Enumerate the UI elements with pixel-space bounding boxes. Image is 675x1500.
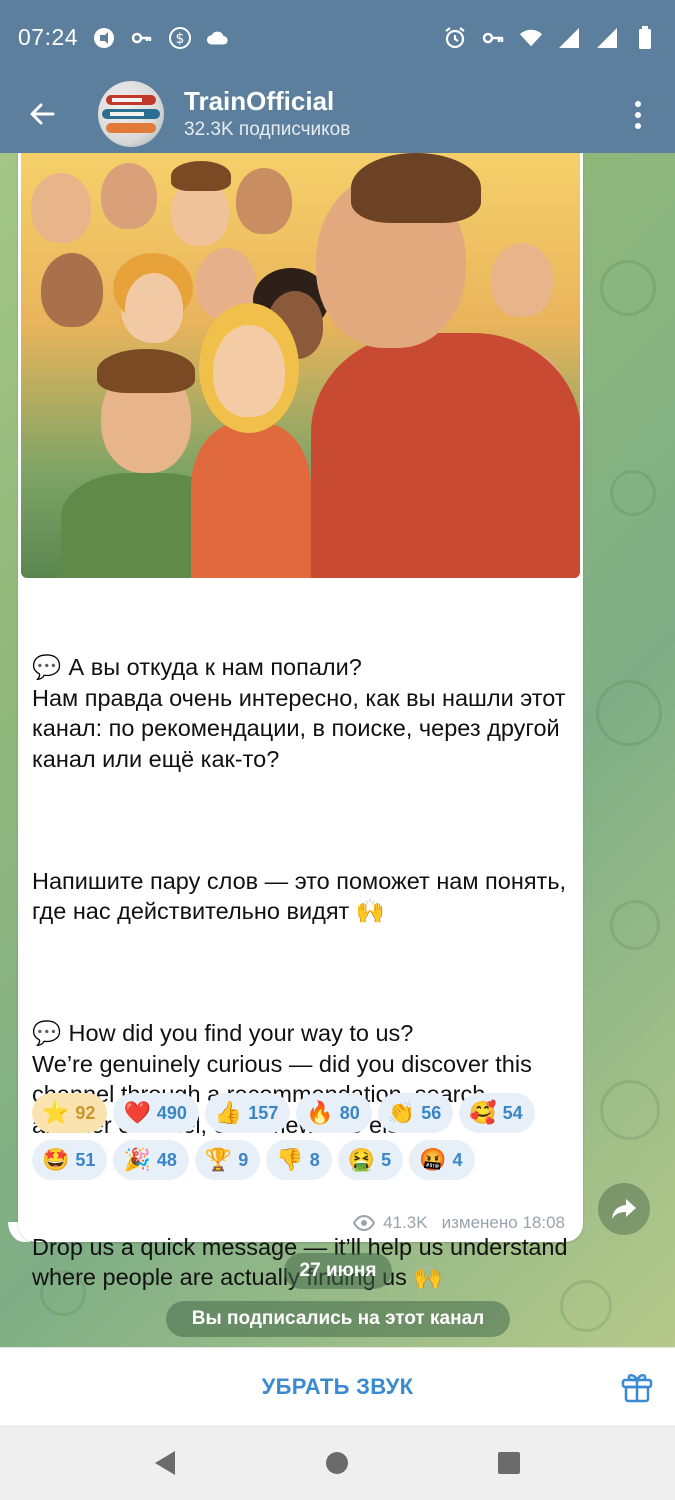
reaction-thumbs-up[interactable]: 👍 157: [204, 1093, 291, 1133]
trophy-icon: 🏆: [204, 1147, 233, 1172]
post-paragraph-ru-1: 💬 А вы откуда к нам попали? Нам правда о…: [32, 654, 566, 772]
battery-icon: [633, 25, 657, 50]
square-recents-icon: [498, 1451, 521, 1474]
speech-bubble-icon: 💬: [32, 1020, 62, 1046]
nav-recents-button[interactable]: [489, 1443, 529, 1483]
date-divider: 27 июня: [284, 1253, 392, 1289]
circle-home-icon: [326, 1451, 349, 1474]
more-menu-button[interactable]: [623, 95, 653, 135]
share-button[interactable]: [598, 1183, 650, 1235]
status-bar: 07:24 $: [0, 0, 675, 75]
post-paragraph-ru-2: Напишите пару слов — это поможет нам пон…: [32, 867, 573, 925]
reaction-cursing[interactable]: 🤬 4: [409, 1140, 475, 1180]
status-time: 07:24: [18, 24, 79, 50]
svg-text:$: $: [176, 31, 185, 47]
channel-avatar[interactable]: [98, 81, 164, 147]
clap-icon: 👏: [387, 1100, 416, 1125]
heart-icon: ❤️: [123, 1100, 151, 1125]
share-arrow-icon: [612, 1199, 636, 1219]
arrow-left-icon: [30, 103, 55, 125]
channel-post[interactable]: 💬 А вы откуда к нам попали? Нам правда о…: [18, 153, 583, 1290]
triangle-back-icon: [154, 1450, 175, 1475]
view-count: 41.3K: [383, 1213, 428, 1232]
signal-icon: [557, 26, 581, 50]
alarm-icon: [443, 26, 467, 50]
thumbs-up-icon: 👍: [214, 1100, 243, 1125]
edited-time: изменено 18:08: [441, 1213, 565, 1232]
reaction-vomit[interactable]: 🤮 5: [337, 1140, 404, 1180]
dollar-icon: $: [168, 26, 192, 50]
reaction-star[interactable]: ⭐ 92: [32, 1093, 108, 1133]
mute-button[interactable]: УБРАТЬ ЗВУК: [262, 1374, 414, 1400]
cursing-face-icon: 🤬: [419, 1147, 447, 1172]
reaction-clap[interactable]: 👏 56: [377, 1093, 454, 1133]
star-struck-icon: 🤩: [42, 1147, 70, 1172]
reaction-trophy[interactable]: 🏆 9: [194, 1140, 261, 1180]
eye-icon: [353, 1215, 376, 1231]
gift-button[interactable]: [619, 1368, 655, 1404]
signal-2-icon: [595, 26, 619, 50]
post-text: 💬 А вы откуда к нам попали? Нам правда о…: [32, 591, 572, 1354]
nav-back-button[interactable]: [146, 1443, 186, 1483]
post-illustration[interactable]: [21, 153, 580, 578]
vpn-key-icon: [481, 26, 505, 50]
more-dots-icon: [635, 101, 641, 107]
reaction-party[interactable]: 🎉 48: [113, 1140, 189, 1180]
subscriber-count: 32.3K подписчиков: [184, 119, 351, 140]
reaction-star-struck[interactable]: 🤩 51: [32, 1140, 108, 1180]
post-meta: 41.3K изменено 18:08: [353, 1213, 565, 1233]
cloud-icon: [206, 26, 230, 50]
reaction-smiling-hearts[interactable]: 🥰 54: [459, 1093, 535, 1133]
chat-header: TrainOfficial 32.3K подписчиков: [0, 75, 675, 153]
speech-bubble-icon: 💬: [32, 654, 62, 680]
star-icon: ⭐: [42, 1100, 70, 1125]
notification-icon: [92, 26, 116, 50]
reaction-fire[interactable]: 🔥 80: [296, 1093, 372, 1133]
gift-icon: [621, 1374, 653, 1403]
reaction-heart[interactable]: ❤️ 490: [113, 1093, 199, 1133]
back-button[interactable]: [0, 75, 84, 153]
service-message: Вы подписались на этот канал: [166, 1301, 510, 1337]
channel-name[interactable]: TrainOfficial: [184, 85, 350, 117]
system-navigation-bar: [0, 1425, 675, 1500]
smiling-hearts-icon: 🥰: [469, 1100, 497, 1125]
party-popper-icon: 🎉: [123, 1147, 151, 1172]
train-logo-icon: [102, 95, 160, 133]
bottom-action-bar: УБРАТЬ ЗВУК: [0, 1347, 675, 1426]
thumbs-down-icon: 👎: [276, 1147, 304, 1172]
key-icon: [130, 26, 154, 50]
reactions-bar: ⭐ 92 ❤️ 490 👍 157 🔥 80 👏 56 🥰 54 🤩 51 🎉 48 🏆 9 👎 8…: [32, 1093, 572, 1180]
vomit-face-icon: 🤮: [347, 1147, 376, 1172]
fire-icon: 🔥: [306, 1100, 334, 1125]
reaction-thumbs-down[interactable]: 👎 8: [266, 1140, 332, 1180]
wifi-icon: [519, 26, 543, 50]
nav-home-button[interactable]: [317, 1443, 357, 1483]
